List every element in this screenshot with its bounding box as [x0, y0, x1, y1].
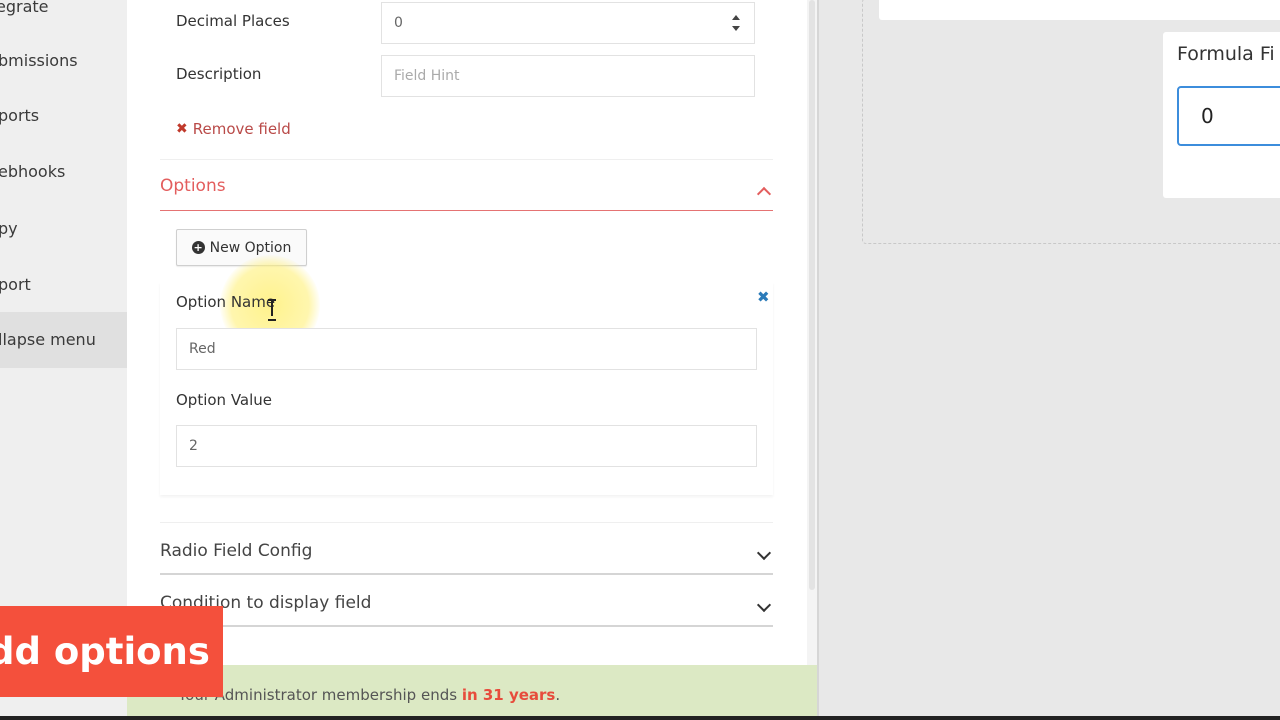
formula-field-input[interactable]: 0: [1177, 86, 1280, 146]
preview-card: [879, 0, 1280, 20]
sidebar-item-submissions[interactable]: bmissions: [0, 51, 127, 70]
sidebar-item-collapse-menu[interactable]: llapse menu: [0, 312, 127, 368]
text-cursor-icon: [267, 298, 277, 321]
option-name-value: Red: [189, 341, 216, 357]
options-accordion-header[interactable]: Options: [160, 164, 773, 211]
remove-field-link[interactable]: ✖ Remove field: [176, 120, 291, 138]
section-divider: [160, 159, 773, 160]
panel-scrollbar-thumb[interactable]: [809, 0, 815, 590]
description-label: Description: [176, 65, 262, 83]
condition-accordion[interactable]: Condition to display field: [160, 575, 773, 627]
option-name-input[interactable]: Red: [176, 328, 757, 370]
radio-field-config-accordion[interactable]: Radio Field Config: [160, 523, 773, 575]
description-input[interactable]: Field Hint: [381, 55, 755, 97]
sidebar-item-webhooks[interactable]: ebhooks: [0, 162, 127, 181]
chevron-up-icon: [756, 186, 772, 202]
window-bottom-edge: [0, 716, 1280, 720]
option-value-label: Option Value: [176, 391, 273, 409]
chevron-down-icon: [756, 597, 772, 613]
sidebar-item-integrate[interactable]: egrate: [0, 0, 127, 16]
panel-divider: [817, 0, 819, 720]
delete-option-icon[interactable]: ✖: [757, 288, 770, 306]
radio-field-config-title: Radio Field Config: [160, 541, 313, 561]
sidebar-item-copy[interactable]: py: [0, 219, 127, 238]
sidebar-item-reports[interactable]: ports: [0, 106, 127, 125]
option-name-label: Option Name: [176, 293, 276, 311]
option-value-value: 2: [189, 438, 198, 454]
membership-duration: in 31 years: [461, 686, 556, 704]
options-title: Options: [160, 176, 226, 196]
decimal-places-label: Decimal Places: [176, 12, 290, 30]
decimal-places-input[interactable]: 0: [381, 2, 755, 44]
membership-notice: Your Administrator membership ends in 31…: [178, 686, 561, 704]
option-value-input[interactable]: 2: [176, 425, 757, 467]
description-placeholder: Field Hint: [394, 68, 460, 84]
remove-field-label: Remove field: [192, 120, 291, 138]
formula-field-label: Formula Fi: [1177, 43, 1275, 65]
close-icon: ✖: [176, 121, 188, 137]
tutorial-caption: dd options: [0, 606, 223, 697]
sidebar-item-export[interactable]: port: [0, 275, 127, 294]
spinner-icon[interactable]: [732, 15, 740, 31]
plus-circle-icon: +: [191, 241, 205, 254]
formula-field-value: 0: [1201, 104, 1214, 128]
chevron-down-icon: [756, 545, 772, 561]
new-option-label: New Option: [209, 239, 292, 256]
decimal-places-value: 0: [394, 15, 403, 31]
